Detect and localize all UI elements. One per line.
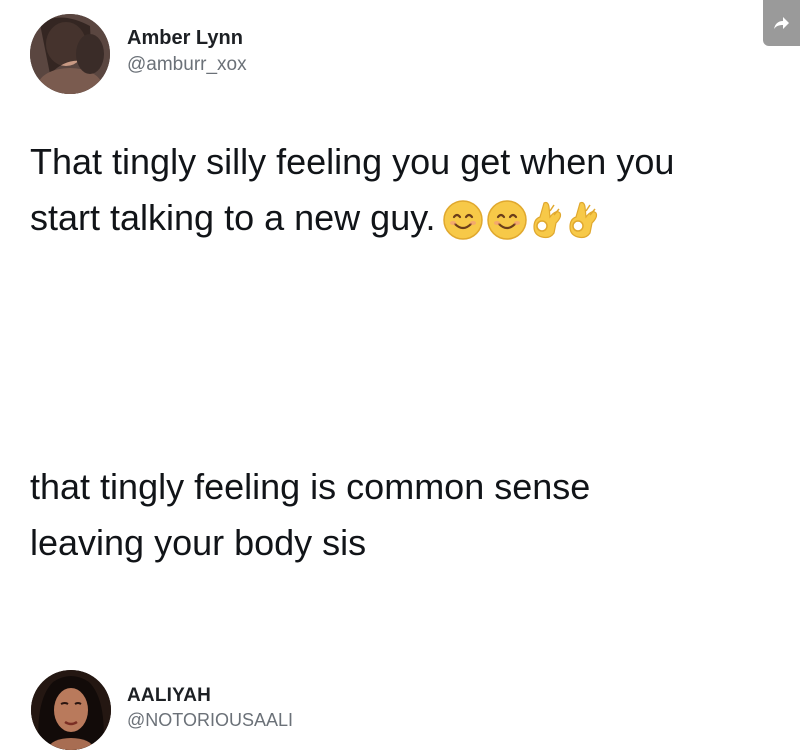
tweet-line: That tingly silly feeling you get when y… — [30, 141, 675, 182]
ok-hand-icon — [568, 202, 597, 239]
smiling-face-icon — [486, 200, 527, 241]
ok-hand-icon — [532, 202, 561, 239]
author-name[interactable]: AALIYAH — [127, 685, 211, 707]
avatar[interactable] — [31, 670, 111, 750]
share-arrow-icon — [773, 17, 789, 29]
tweet-line: leaving your body sis — [30, 522, 367, 563]
tweet-line-with-emoji: start talking to a new guy. — [30, 190, 790, 246]
tweet-line: that tingly feeling is common sense — [30, 466, 591, 507]
tweet-body: That tingly silly feeling you get when y… — [30, 134, 790, 246]
tweet-line: start talking to a new guy. — [30, 197, 436, 238]
author-handle[interactable]: @NOTORIOUSAALI — [127, 710, 293, 731]
author-name[interactable]: Amber Lynn — [127, 27, 243, 50]
avatar[interactable] — [30, 14, 110, 94]
author-handle[interactable]: @amburr_xox — [127, 54, 247, 76]
share-button[interactable] — [763, 0, 800, 46]
emoji-row — [442, 199, 600, 241]
smiling-face-icon — [442, 200, 483, 241]
tweet-body: that tingly feeling is common sense leav… — [30, 459, 790, 571]
